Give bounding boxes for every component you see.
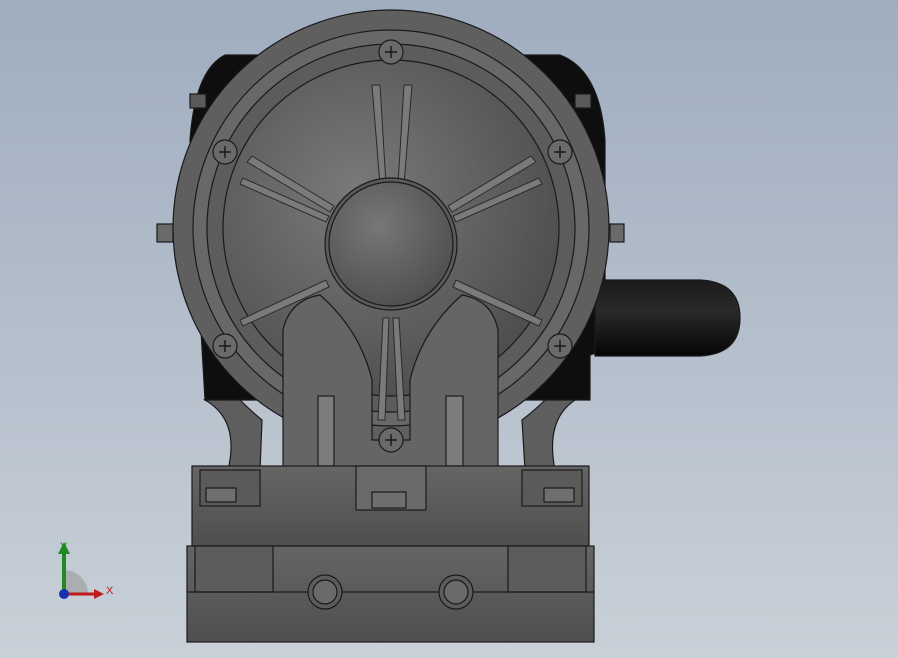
motor-cylinder[interactable] (594, 279, 741, 357)
graphics-viewport[interactable] (0, 0, 898, 658)
right-upper-tab (574, 93, 592, 109)
bracket-slot-right (445, 395, 464, 467)
bolt-left-icon (205, 487, 237, 503)
hub-face[interactable] (328, 181, 454, 307)
x-axis-label: X (106, 585, 114, 597)
base-hole-right-inner (443, 579, 469, 605)
left-side-bolt (156, 223, 174, 243)
coordinate-triad: Y X (58, 541, 114, 599)
gearbox-model[interactable] (156, 9, 741, 643)
left-leg (202, 399, 263, 471)
base-right-foot (507, 545, 587, 593)
left-upper-tab (189, 93, 207, 109)
bolt-center-icon (371, 491, 407, 509)
base-left-foot (194, 545, 274, 593)
x-axis-arrow-icon (94, 589, 104, 599)
triad-arc (64, 570, 88, 594)
bolt-right-icon (543, 487, 575, 503)
y-axis-label: Y (60, 541, 68, 553)
right-leg (521, 399, 577, 471)
origin-icon (59, 589, 69, 599)
right-side-bolt (609, 223, 625, 243)
bracket-slot-left (317, 395, 335, 467)
base-hole-left-inner (312, 579, 338, 605)
